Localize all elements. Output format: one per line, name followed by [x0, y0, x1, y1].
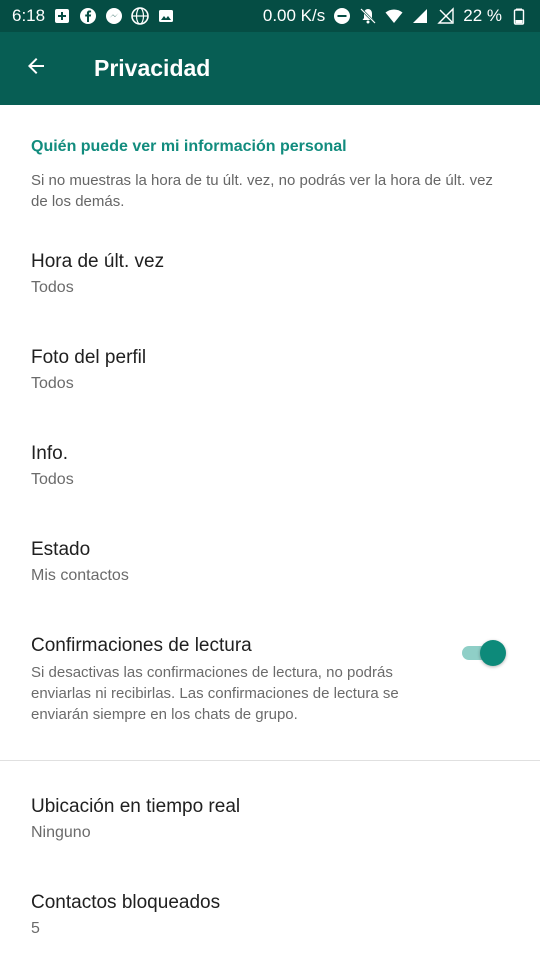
setting-value: Todos	[31, 279, 74, 296]
setting-value: Todos	[31, 375, 74, 392]
back-button[interactable]	[12, 45, 60, 93]
toggle-thumb	[480, 640, 506, 666]
network-speed: 0.00 K/s	[262, 6, 326, 25]
battery-level: 22 %	[463, 6, 502, 25]
setting-title: Foto del perfil	[31, 347, 147, 368]
setting-info[interactable]: Info. Todos	[0, 442, 540, 502]
setting-title: Contactos bloqueados	[31, 892, 221, 913]
notifications-off-icon	[359, 7, 377, 25]
setting-blocked-contacts[interactable]: Contactos bloqueados 5	[0, 891, 540, 951]
setting-value: Todos	[31, 471, 74, 488]
add-box-icon	[53, 7, 71, 25]
image-icon	[157, 7, 175, 25]
setting-title: Hora de últ. vez	[31, 251, 165, 272]
setting-value: Ninguno	[31, 824, 91, 841]
setting-live-location[interactable]: Ubicación en tiempo real Ninguno	[0, 795, 540, 855]
clock: 6:18	[12, 6, 46, 25]
arrow-back-icon	[24, 54, 48, 83]
do-not-disturb-icon	[333, 7, 351, 25]
divider	[0, 760, 540, 761]
app-bar: Privacidad	[0, 32, 540, 105]
section-header: Quién puede ver mi información personal	[31, 138, 347, 155]
setting-read-receipts[interactable]: Confirmaciones de lectura Si desactivas …	[0, 634, 540, 734]
section-description: Si no muestras la hora de tu últ. vez, n…	[31, 172, 493, 210]
setting-value: 5	[31, 920, 40, 937]
setting-value: Mis contactos	[31, 567, 129, 584]
globe-icon	[131, 7, 149, 25]
status-bar: 6:18 0.00 K/s 22 %	[0, 0, 540, 32]
status-bar-right: 0.00 K/s 22 %	[263, 6, 528, 26]
battery-icon	[510, 7, 528, 25]
facebook-icon	[79, 7, 97, 25]
setting-last-seen[interactable]: Hora de últ. vez Todos	[0, 250, 540, 310]
setting-profile-photo[interactable]: Foto del perfil Todos	[0, 346, 540, 406]
wifi-icon	[385, 7, 403, 25]
signal-icon	[411, 7, 429, 25]
setting-description: Si desactivas las confirmaciones de lect…	[31, 664, 399, 723]
setting-status[interactable]: Estado Mis contactos	[0, 538, 540, 598]
setting-title: Estado	[31, 539, 91, 560]
messenger-icon	[105, 7, 123, 25]
setting-title: Ubicación en tiempo real	[31, 796, 241, 817]
status-bar-left: 6:18	[12, 6, 175, 26]
page-title: Privacidad	[94, 55, 211, 81]
read-receipts-toggle[interactable]	[462, 640, 506, 666]
setting-title: Info.	[31, 443, 68, 464]
no-signal-icon	[437, 7, 455, 25]
